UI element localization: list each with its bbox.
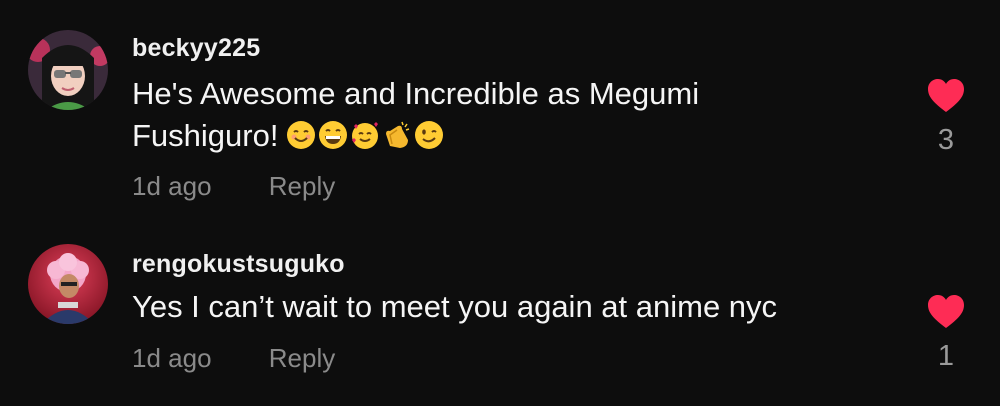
grinning-face-emoji [319,121,348,149]
heart-icon[interactable] [926,78,966,114]
emoji-row [286,120,444,150]
comment-timestamp: 1d ago [132,343,212,373]
comment-item: rengokustsuguko Yes I can’t wait to meet… [0,230,1000,406]
comment-username[interactable]: rengokustsuguko [132,250,345,279]
comment-meta: 1d ago Reply [132,171,335,202]
reply-button[interactable]: Reply [269,343,335,374]
comment-text: Yes I can’t wait to meet you again at an… [132,286,852,328]
avatar-image [28,244,108,324]
reply-button[interactable]: Reply [269,171,335,202]
like-button[interactable]: 3 [925,78,967,157]
smiling-face-emoji [287,121,316,149]
clapping-hands-emoji [386,121,410,148]
winking-face-emoji [415,121,444,149]
comment-timestamp: 1d ago [132,171,212,201]
avatar-image [28,30,108,110]
comment-meta: 1d ago Reply [132,343,335,374]
like-button[interactable]: 1 [925,294,967,373]
comment-item: beckyy225 He's Awesome and Incredible as… [0,0,1000,210]
like-count: 3 [937,124,955,156]
like-count: 1 [937,340,955,372]
comment-text: He's Awesome and Incredible as Megumi Fu… [132,73,852,157]
avatar[interactable] [28,244,108,324]
avatar[interactable] [28,30,108,110]
comment-username[interactable]: beckyy225 [132,34,260,63]
comment-text-content: Yes I can’t wait to meet you again at an… [132,289,778,324]
smiling-face-with-hearts-emoji [352,122,379,149]
heart-icon[interactable] [926,294,966,330]
